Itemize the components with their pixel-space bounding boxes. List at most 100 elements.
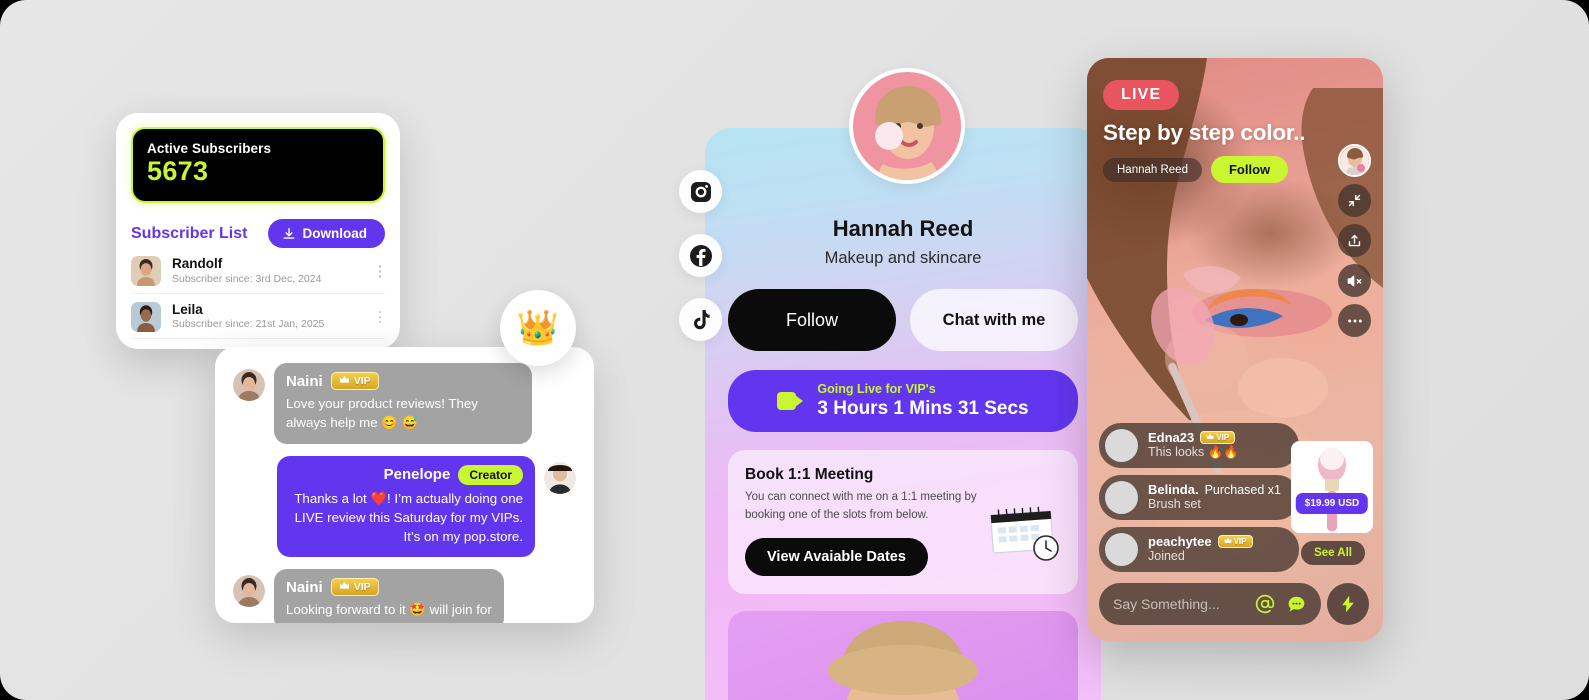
live-chat-input[interactable]: Say Something... [1099,583,1321,625]
product-card[interactable]: $19.99 USD [1291,441,1373,533]
active-subscribers-label: Active Subscribers [147,141,272,156]
message-sender: Naini [286,578,323,596]
subscriber-name: Randolf [172,256,223,272]
share-icon[interactable] [1338,224,1371,257]
product-price: $19.99 USD [1295,493,1369,514]
profile-card: Hannah Reed Makeup and skincare Follow C… [705,128,1101,700]
live-host-name: Hannah Reed [1103,157,1202,182]
subscriber-card: Active Subscribers 5673 Subscriber List … [116,113,400,349]
vip-badge: VIP [1200,431,1236,445]
row-menu-icon[interactable] [378,265,386,278]
promo-card[interactable] [728,610,1078,700]
live-follow-button[interactable]: Follow [1210,156,1289,183]
tiktok-icon[interactable] [679,298,722,341]
comment-body: Belinda. Purchased x1 Brush set [1148,482,1281,513]
chat-with-me-button[interactable]: Chat with me [910,289,1078,351]
avatar [1105,481,1138,514]
comment-icon[interactable] [1286,594,1307,615]
going-live-countdown: 3 Hours 1 Mins 31 Secs [817,397,1029,419]
message-bubble: Naini VIP Looking forward to it 🤩 will j… [274,569,504,623]
going-live-subtitle: Going Live for VIP's [817,381,936,396]
profile-tagline: Makeup and skincare [824,249,982,267]
message-sender: Penelope [383,466,451,484]
message-sender: Naini [286,372,323,390]
book-meeting-card: Book 1:1 Meeting You can connect with me… [728,450,1078,594]
active-subscribers-panel: Active Subscribers 5673 [131,127,385,204]
vip-badge-label: VIP [353,375,371,387]
comment-action: Purchased x1 [1204,482,1282,497]
live-comments: Edna23 VIP This looks 🔥🔥 Belinda. Purcha… [1099,423,1299,579]
row-menu-icon[interactable] [378,310,386,324]
going-live-banner[interactable]: Going Live for VIP's 3 Hours 1 Mins 31 S… [728,370,1078,432]
comment-text: Brush set [1148,497,1201,512]
message-bubble: Naini VIP Love your product reviews! The… [274,363,532,444]
minimize-icon[interactable] [1338,184,1371,217]
app-canvas: Active Subscribers 5673 Subscriber List … [0,0,1589,700]
message-header: Naini VIP [286,578,492,597]
mention-icon[interactable] [1255,594,1275,614]
comment-text: This looks 🔥🔥 [1148,445,1239,460]
lightning-bolt-icon[interactable] [1327,583,1369,625]
crown-icon [339,581,350,593]
live-header: LIVE Step by step color.. Hannah Reed Fo… [1103,80,1367,183]
live-chat-placeholder: Say Something... [1113,596,1220,612]
instagram-icon[interactable] [679,170,722,213]
avatar [131,301,161,332]
comment-author: peachytee [1148,534,1212,550]
mute-icon[interactable] [1338,264,1371,297]
avatar [1105,429,1138,462]
download-button[interactable]: Download [267,219,385,249]
subscriber-since: Subscriber since: 3rd Dec, 2024 [172,272,322,285]
live-user-row: Hannah Reed Follow [1103,156,1367,183]
live-comment: peachytee VIP Joined [1099,527,1299,572]
comment-author: Edna23 [1148,430,1195,446]
profile-avatar[interactable] [849,68,965,184]
message-text: Looking forward to it 🤩 will join for [286,602,492,618]
vip-badge-label: VIP [1216,433,1230,443]
subscriber-since: Subscriber since: 21st Jan, 2025 [172,318,325,331]
subscriber-list-title: Subscriber List [131,224,248,242]
see-all-button[interactable]: See All [1301,541,1365,565]
chat-message: Naini VIP Love your product reviews! The… [233,363,576,444]
chat-card: Naini VIP Love your product reviews! The… [215,347,594,623]
follow-button[interactable]: Follow [728,289,896,351]
profile-actions: Follow Chat with me [728,289,1078,351]
subscriber-list: Randolf Subscriber since: 3rd Dec, 2024 … [131,248,385,340]
comment-text: Joined [1148,549,1185,564]
avatar [131,256,161,287]
comment-body: Edna23 VIP This looks 🔥🔥 [1148,430,1239,461]
avatar [544,461,576,494]
book-meeting-title: Book 1:1 Meeting [745,466,874,483]
live-stream-panel: LIVE Step by step color.. Hannah Reed Fo… [1087,58,1383,641]
facebook-icon[interactable] [679,234,722,277]
live-chat-icons [1255,594,1307,615]
avatar [233,369,265,401]
message-header: Naini VIP [286,372,520,390]
more-icon[interactable] [1338,304,1371,337]
live-badge: LIVE [1103,80,1180,110]
video-camera-icon [777,392,804,410]
crown-icon [1224,537,1232,546]
going-live-text: Going Live for VIP's 3 Hours 1 Mins 31 S… [817,382,1028,421]
view-available-dates-button[interactable]: View Avaiable Dates [745,537,928,576]
vip-badge: VIP [330,372,379,390]
crown-icon [1206,433,1214,442]
crown-icon [339,375,350,387]
message-header: Penelope Creator [289,464,523,485]
subscriber-row[interactable]: Leila Subscriber since: 21st Jan, 2025 [131,294,385,340]
vip-badge: VIP [330,578,379,597]
message-text: Thanks a lot ❤️! I’m actually doing one … [294,490,523,544]
avatar [233,575,265,608]
download-label: Download [302,226,368,242]
message-bubble: Penelope Creator Thanks a lot ❤️! I’m ac… [277,455,535,558]
host-avatar[interactable] [1338,144,1371,177]
comment-body: peachytee VIP Joined [1148,534,1253,565]
subscriber-meta: Randolf Subscriber since: 3rd Dec, 2024 [172,256,368,287]
active-subscribers-count: 5673 [147,156,209,186]
subscriber-row[interactable]: Randolf Subscriber since: 3rd Dec, 2024 [131,248,385,294]
live-action-rail [1338,144,1371,344]
vip-badge: VIP [1217,535,1253,549]
social-links [679,170,722,362]
vip-badge-label: VIP [353,581,371,594]
chat-message: Penelope Creator Thanks a lot ❤️! I’m ac… [233,455,576,558]
